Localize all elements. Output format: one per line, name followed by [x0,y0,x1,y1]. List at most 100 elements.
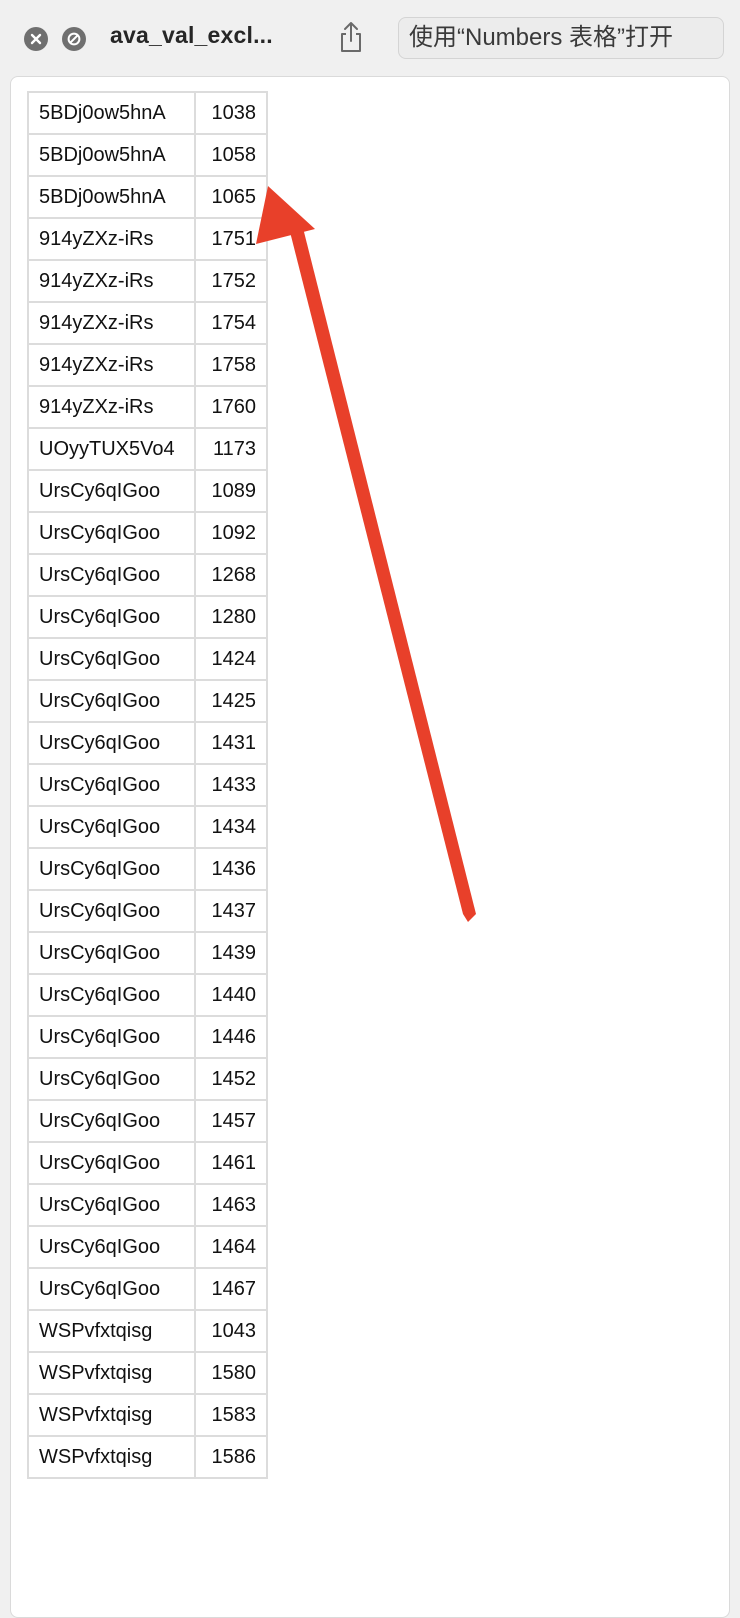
value-cell[interactable]: 1467 [194,1267,268,1311]
id-cell[interactable]: UrsCy6qIGoo [27,1267,196,1311]
value-cell[interactable]: 1058 [194,133,268,177]
value-cell[interactable]: 1758 [194,343,268,387]
table-row: UrsCy6qIGoo 1268 [27,553,268,597]
id-cell[interactable]: UOyyTUX5Vo4 [27,427,196,471]
id-cell[interactable]: WSPvfxtqisg [27,1309,196,1353]
table-row: UrsCy6qIGoo 1446 [27,1015,268,1059]
table-row: UrsCy6qIGoo 1092 [27,511,268,555]
table-row: 914yZXz-iRs 1754 [27,301,268,345]
table-row: UrsCy6qIGoo 1433 [27,763,268,807]
table-row: UrsCy6qIGoo 1463 [27,1183,268,1227]
value-cell[interactable]: 1092 [194,511,268,555]
table-row: UrsCy6qIGoo 1461 [27,1141,268,1185]
close-icon [30,33,42,45]
value-cell[interactable]: 1446 [194,1015,268,1059]
table-row: UrsCy6qIGoo 1439 [27,931,268,975]
value-cell[interactable]: 1173 [194,427,268,471]
value-cell[interactable]: 1583 [194,1393,268,1437]
value-cell[interactable]: 1751 [194,217,268,261]
table-row: UrsCy6qIGoo 1467 [27,1267,268,1311]
id-cell[interactable]: UrsCy6qIGoo [27,805,196,849]
id-cell[interactable]: 5BDj0ow5hnA [27,133,196,177]
id-cell[interactable]: UrsCy6qIGoo [27,511,196,555]
close-button[interactable] [24,27,48,51]
id-cell[interactable]: 914yZXz-iRs [27,259,196,303]
value-cell[interactable]: 1586 [194,1435,268,1479]
id-cell[interactable]: UrsCy6qIGoo [27,469,196,513]
id-cell[interactable]: UrsCy6qIGoo [27,721,196,765]
id-cell[interactable]: 914yZXz-iRs [27,217,196,261]
value-cell[interactable]: 1760 [194,385,268,429]
window-title: ava_val_excl... [110,22,273,48]
id-cell[interactable]: UrsCy6qIGoo [27,553,196,597]
table-row: WSPvfxtqisg 1580 [27,1351,268,1395]
value-cell[interactable]: 1439 [194,931,268,975]
id-cell[interactable]: 914yZXz-iRs [27,343,196,387]
table-row: 5BDj0ow5hnA 1038 [27,91,268,135]
id-cell[interactable]: UrsCy6qIGoo [27,1057,196,1101]
id-cell[interactable]: 914yZXz-iRs [27,385,196,429]
value-cell[interactable]: 1043 [194,1309,268,1353]
value-cell[interactable]: 1425 [194,679,268,723]
table-row: UrsCy6qIGoo 1437 [27,889,268,933]
id-cell[interactable]: WSPvfxtqisg [27,1351,196,1395]
value-cell[interactable]: 1580 [194,1351,268,1395]
table-row: UrsCy6qIGoo 1440 [27,973,268,1017]
value-cell[interactable]: 1431 [194,721,268,765]
id-cell[interactable]: UrsCy6qIGoo [27,1141,196,1185]
id-cell[interactable]: UrsCy6qIGoo [27,637,196,681]
table-row: 914yZXz-iRs 1758 [27,343,268,387]
block-icon [67,32,81,46]
share-button[interactable] [336,20,366,54]
table-row: UOyyTUX5Vo4 1173 [27,427,268,471]
value-cell[interactable]: 1452 [194,1057,268,1101]
value-cell[interactable]: 1754 [194,301,268,345]
id-cell[interactable]: 5BDj0ow5hnA [27,91,196,135]
table-row: UrsCy6qIGoo 1431 [27,721,268,765]
table-row: UrsCy6qIGoo 1425 [27,679,268,723]
value-cell[interactable]: 1065 [194,175,268,219]
id-cell[interactable]: UrsCy6qIGoo [27,847,196,891]
value-cell[interactable]: 1280 [194,595,268,639]
id-cell[interactable]: 914yZXz-iRs [27,301,196,345]
value-cell[interactable]: 1752 [194,259,268,303]
table-row: 914yZXz-iRs 1752 [27,259,268,303]
id-cell[interactable]: UrsCy6qIGoo [27,1015,196,1059]
id-cell[interactable]: UrsCy6qIGoo [27,889,196,933]
table-row: UrsCy6qIGoo 1280 [27,595,268,639]
table-row: UrsCy6qIGoo 1089 [27,469,268,513]
value-cell[interactable]: 1268 [194,553,268,597]
id-cell[interactable]: UrsCy6qIGoo [27,931,196,975]
open-with-numbers-button[interactable]: 使用“Numbers 表格”打开 [398,17,724,59]
block-button[interactable] [62,27,86,51]
value-cell[interactable]: 1433 [194,763,268,807]
value-cell[interactable]: 1440 [194,973,268,1017]
value-cell[interactable]: 1463 [194,1183,268,1227]
value-cell[interactable]: 1437 [194,889,268,933]
table-row: UrsCy6qIGoo 1464 [27,1225,268,1269]
value-cell[interactable]: 1434 [194,805,268,849]
id-cell[interactable]: UrsCy6qIGoo [27,1099,196,1143]
value-cell[interactable]: 1464 [194,1225,268,1269]
spreadsheet-preview[interactable]: 5BDj0ow5hnA 1038 5BDj0ow5hnA 1058 5BDj0ow5hn… [10,76,730,1618]
id-cell[interactable]: UrsCy6qIGoo [27,679,196,723]
id-cell[interactable]: UrsCy6qIGoo [27,973,196,1017]
value-cell[interactable]: 1424 [194,637,268,681]
value-cell[interactable]: 1457 [194,1099,268,1143]
id-cell[interactable]: UrsCy6qIGoo [27,1225,196,1269]
value-cell[interactable]: 1436 [194,847,268,891]
data-table: 5BDj0ow5hnA 1038 5BDj0ow5hnA 1058 5BDj0ow5hn… [27,91,268,1479]
id-cell[interactable]: WSPvfxtqisg [27,1393,196,1437]
id-cell[interactable]: UrsCy6qIGoo [27,763,196,807]
table-row: WSPvfxtqisg 1043 [27,1309,268,1353]
value-cell[interactable]: 1089 [194,469,268,513]
value-cell[interactable]: 1038 [194,91,268,135]
table-row: UrsCy6qIGoo 1436 [27,847,268,891]
id-cell[interactable]: UrsCy6qIGoo [27,1183,196,1227]
id-cell[interactable]: WSPvfxtqisg [27,1435,196,1479]
table-row: 5BDj0ow5hnA 1058 [27,133,268,177]
id-cell[interactable]: 5BDj0ow5hnA [27,175,196,219]
value-cell[interactable]: 1461 [194,1141,268,1185]
id-cell[interactable]: UrsCy6qIGoo [27,595,196,639]
table-row: 5BDj0ow5hnA 1065 [27,175,268,219]
